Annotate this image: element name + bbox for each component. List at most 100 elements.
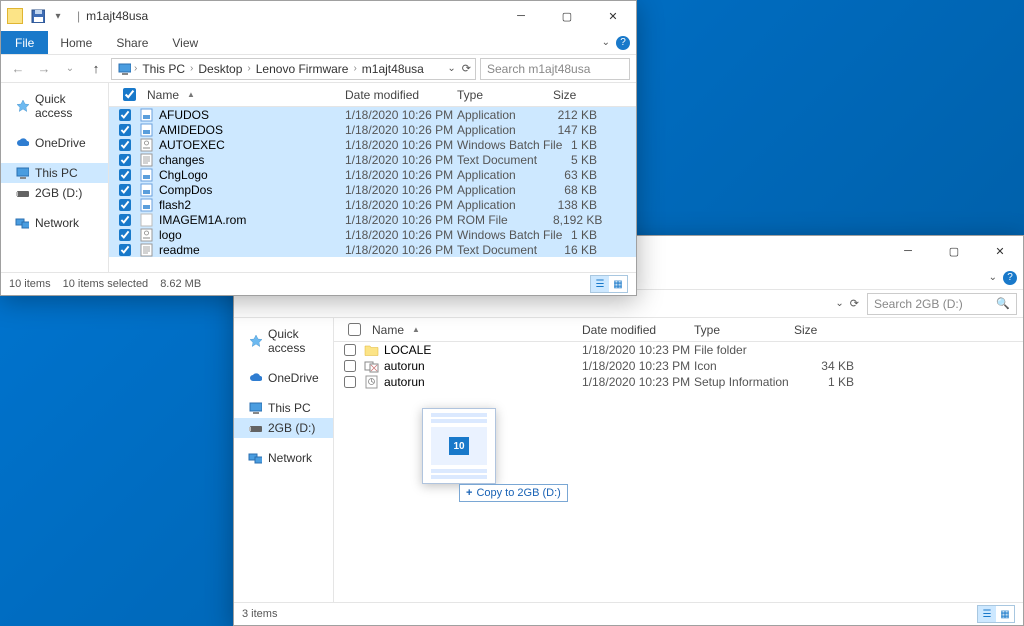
tab-home[interactable]: Home — [48, 31, 104, 54]
file-row[interactable]: readme1/18/2020 10:26 PMText Document16 … — [109, 242, 636, 257]
help-icon[interactable]: ? — [1003, 271, 1017, 285]
view-toggle[interactable]: ☰ ▦ — [977, 605, 1015, 623]
file-icon — [139, 138, 155, 152]
column-name[interactable]: Name▲ — [139, 88, 337, 102]
file-row[interactable]: autorun1/18/2020 10:23 PMSetup Informati… — [334, 374, 1023, 390]
thumbnails-view-button[interactable]: ▦ — [996, 606, 1014, 622]
forward-button[interactable]: → — [33, 58, 55, 80]
close-button[interactable]: ✕ — [590, 1, 636, 31]
column-type[interactable]: Type — [449, 88, 545, 102]
crumb-desktop[interactable]: Desktop — [195, 62, 245, 76]
file-name: changes — [159, 153, 204, 167]
file-row[interactable]: changes1/18/2020 10:26 PMText Document5 … — [109, 152, 636, 167]
close-button[interactable]: ✕ — [977, 236, 1023, 266]
file-row[interactable]: AMIDEDOS1/18/2020 10:26 PMApplication147… — [109, 122, 636, 137]
row-checkbox[interactable] — [119, 154, 131, 166]
nav-onedrive[interactable]: OneDrive — [234, 368, 333, 388]
column-date[interactable]: Date modified — [337, 88, 449, 102]
row-checkbox[interactable] — [119, 244, 131, 256]
tab-share[interactable]: Share — [104, 31, 160, 54]
refresh-icon[interactable]: ⟳ — [850, 297, 859, 310]
row-checkbox[interactable] — [119, 229, 131, 241]
maximize-button[interactable]: ▢ — [544, 1, 590, 31]
column-headers[interactable]: Name▲ Date modified Type Size — [334, 318, 1023, 342]
row-checkbox[interactable] — [344, 344, 356, 356]
row-checkbox[interactable] — [119, 139, 131, 151]
file-date: 1/18/2020 10:26 PM — [337, 198, 449, 212]
row-checkbox[interactable] — [119, 184, 131, 196]
file-row[interactable]: logo1/18/2020 10:26 PMWindows Batch File… — [109, 227, 636, 242]
file-date: 1/18/2020 10:26 PM — [337, 228, 449, 242]
ribbon-chevron-icon[interactable]: ⌄ — [602, 37, 610, 48]
nav-this-pc[interactable]: This PC — [234, 398, 333, 418]
nav-drive-d[interactable]: 2GB (D:) — [1, 183, 108, 203]
tab-file[interactable]: File — [1, 31, 48, 54]
view-toggle[interactable]: ☰ ▦ — [590, 275, 628, 293]
ribbon-chevron-icon[interactable]: ⌄ — [989, 272, 997, 283]
column-type[interactable]: Type — [686, 323, 786, 337]
file-row[interactable]: flash21/18/2020 10:26 PMApplication138 K… — [109, 197, 636, 212]
breadcrumb-dropdown-icon[interactable]: ⌄ — [835, 298, 843, 309]
file-row[interactable]: AUTOEXEC1/18/2020 10:26 PMWindows Batch … — [109, 137, 636, 152]
up-button[interactable]: ↑ — [85, 58, 107, 80]
tab-view[interactable]: View — [160, 31, 210, 54]
select-all-checkbox[interactable] — [348, 323, 361, 336]
file-row[interactable]: LOCALE1/18/2020 10:23 PMFile folder — [334, 342, 1023, 358]
breadcrumb-dropdown-icon[interactable]: ⌄ — [447, 63, 455, 74]
search-input[interactable]: Search m1ajt48usa — [480, 58, 630, 80]
row-checkbox[interactable] — [119, 169, 131, 181]
file-row[interactable]: ChgLogo1/18/2020 10:26 PMApplication63 K… — [109, 167, 636, 182]
nav-onedrive[interactable]: OneDrive — [1, 133, 108, 153]
navigation-pane[interactable]: Quick access OneDrive This PC 2GB (D:) N… — [234, 318, 334, 602]
qat-save-icon[interactable] — [31, 9, 45, 23]
file-size: 34 KB — [786, 359, 862, 373]
file-icon — [139, 213, 155, 227]
column-name[interactable]: Name▲ — [364, 323, 574, 337]
status-item-count: 3 items — [242, 608, 277, 620]
nav-quick-access[interactable]: Quick access — [1, 89, 108, 123]
crumb-lenovo-firmware[interactable]: Lenovo Firmware — [253, 62, 352, 76]
back-button[interactable]: ← — [7, 58, 29, 80]
column-size[interactable]: Size — [786, 323, 862, 337]
row-checkbox[interactable] — [119, 199, 131, 211]
file-row[interactable]: AFUDOS1/18/2020 10:26 PMApplication212 K… — [109, 107, 636, 122]
crumb-m1ajt48usa[interactable]: m1ajt48usa — [359, 62, 427, 76]
maximize-button[interactable]: ▢ — [931, 236, 977, 266]
row-checkbox[interactable] — [119, 124, 131, 136]
minimize-button[interactable]: ─ — [498, 1, 544, 31]
select-all-checkbox[interactable] — [123, 88, 136, 101]
help-icon[interactable]: ? — [616, 36, 630, 50]
column-size[interactable]: Size — [545, 88, 605, 102]
file-type: Text Document — [449, 243, 545, 257]
file-name: autorun — [384, 375, 425, 389]
search-input[interactable]: Search 2GB (D:)🔍 — [867, 293, 1017, 315]
details-view-button[interactable]: ☰ — [978, 606, 996, 622]
row-checkbox[interactable] — [344, 376, 356, 388]
ribbon-tabs: File Home Share View ⌄ ? — [1, 31, 636, 55]
navigation-pane[interactable]: Quick access OneDrive This PC 2GB (D:) N… — [1, 83, 109, 272]
column-date[interactable]: Date modified — [574, 323, 686, 337]
minimize-button[interactable]: ─ — [885, 236, 931, 266]
file-row[interactable]: CompDos1/18/2020 10:26 PMApplication68 K… — [109, 182, 636, 197]
thumbnails-view-button[interactable]: ▦ — [609, 276, 627, 292]
details-view-button[interactable]: ☰ — [591, 276, 609, 292]
row-checkbox[interactable] — [119, 214, 131, 226]
qat-dropdown-icon[interactable]: ▾ — [51, 9, 65, 23]
nav-drive-d[interactable]: 2GB (D:) — [234, 418, 333, 438]
recent-locations-button[interactable]: ⌄ — [59, 58, 81, 80]
titlebar[interactable]: ▾ | m1ajt48usa ─ ▢ ✕ — [1, 1, 636, 31]
file-explorer-window-1[interactable]: ▾ | m1ajt48usa ─ ▢ ✕ File Home Share Vie… — [0, 0, 637, 296]
refresh-icon[interactable]: ⟳ — [462, 62, 471, 75]
file-row[interactable]: IMAGEM1A.rom1/18/2020 10:26 PMROM File8,… — [109, 212, 636, 227]
column-headers[interactable]: Name▲ Date modified Type Size — [109, 83, 636, 107]
nav-network[interactable]: Network — [234, 448, 333, 468]
nav-this-pc[interactable]: This PC — [1, 163, 108, 183]
breadcrumb[interactable]: › This PC› Desktop› Lenovo Firmware› m1a… — [111, 58, 476, 80]
nav-quick-access[interactable]: Quick access — [234, 324, 333, 358]
row-checkbox[interactable] — [344, 360, 356, 372]
file-list-area[interactable]: Name▲ Date modified Type Size AFUDOS1/18… — [109, 83, 636, 272]
nav-network[interactable]: Network — [1, 213, 108, 233]
crumb-this-pc[interactable]: This PC — [139, 62, 188, 76]
row-checkbox[interactable] — [119, 109, 131, 121]
file-row[interactable]: autorun1/18/2020 10:23 PMIcon34 KB — [334, 358, 1023, 374]
